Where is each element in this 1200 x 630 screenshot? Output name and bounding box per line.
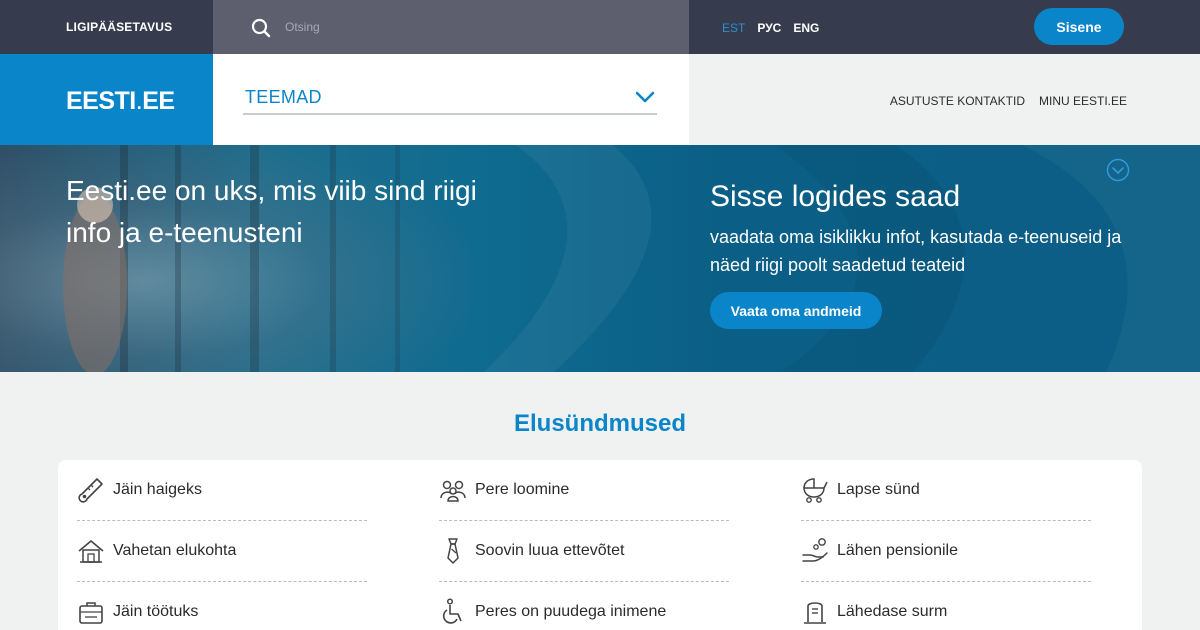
event-item-family[interactable]: Pere loomine [439,460,729,521]
topics-label: TEEMAD [245,87,322,107]
logo-block: EESTI.EE [0,54,213,145]
my-eesti-link[interactable]: MINU EESTI.EE [1039,94,1127,108]
event-item-business[interactable]: Soovin luua ettevõtet [439,521,729,582]
hero-banner: Eesti.ee on uks, mis viib sind riigi inf… [0,145,1200,372]
chevron-down-circle-icon[interactable] [1106,158,1130,182]
logo-tail: EE [142,87,175,115]
event-label: Vahetan elukohta [113,542,237,559]
event-label: Soovin luua ettevõtet [475,542,625,559]
event-item-unemployed[interactable]: Jäin töötuks [77,582,367,630]
event-item-bereavement[interactable]: Lähedase surm [801,582,1091,630]
wheelchair-icon [442,598,462,624]
logo-main: EESTI [66,87,136,115]
language-switcher: EST РУС ENG [722,21,819,35]
event-item-disability[interactable]: Peres on puudega inimene [439,582,729,630]
accessibility-link[interactable]: LIGIPÄÄSETAVUS [66,20,172,34]
login-button[interactable]: Sisene [1034,8,1124,45]
contacts-link[interactable]: ASUTUSTE KONTAKTID [890,94,1025,108]
hero-tagline: Eesti.ee on uks, mis viib sind riigi inf… [66,175,477,248]
briefcase-icon [79,602,103,624]
life-events-card: Jäin haigeks Vahetan elukohta Jäin töötu… [58,460,1142,630]
pension-hand-icon [802,538,828,562]
lang-eng[interactable]: ENG [793,21,819,35]
search-box [213,0,689,54]
hero-login-title: Sisse logides saad [710,180,961,213]
lang-est[interactable]: EST [722,21,745,35]
topics-block: TEEMAD [213,54,689,145]
hero-login-text: vaadata oma isiklikku infot, kasutada e-… [710,227,1122,275]
family-icon [440,480,466,502]
gravestone-icon [804,602,826,624]
event-label: Lähen pensionile [837,542,958,559]
necktie-icon [447,538,459,564]
view-my-data-button[interactable]: Vaata oma andmeid [710,292,882,329]
event-label: Lapse sünd [837,481,920,498]
event-label: Jäin töötuks [113,603,199,620]
house-icon [78,540,104,563]
baby-carriage-icon [803,478,828,503]
event-label: Pere loomine [475,481,570,498]
event-item-move[interactable]: Vahetan elukohta [77,521,367,582]
event-label: Jäin haigeks [113,481,202,498]
event-item-pension[interactable]: Lähen pensionile [801,521,1091,582]
top-bar: LIGIPÄÄSETAVUS EST РУС ENG Sisene [0,0,1200,54]
event-label: Peres on puudega inimene [475,603,667,620]
event-item-childbirth[interactable]: Lapse sünd [801,460,1091,521]
event-item-sick[interactable]: Jäin haigeks [77,460,367,521]
topics-dropdown[interactable]: TEEMAD [243,84,657,115]
thermometer-icon [78,478,103,503]
chevron-down-icon [635,91,655,103]
header-links: ASUTUSTE KONTAKTID MINU EESTI.EE [890,94,1127,108]
search-input[interactable] [285,16,665,38]
event-label: Lähedase surm [837,603,948,620]
life-events-title: Elusündmused [513,410,687,437]
search-icon[interactable] [251,18,271,38]
header: EESTI.EE TEEMAD ASUTUSTE KONTAKTID MINU … [0,54,1200,145]
site-logo[interactable]: EESTI.EE [66,87,175,116]
lang-rus[interactable]: РУС [757,21,781,35]
